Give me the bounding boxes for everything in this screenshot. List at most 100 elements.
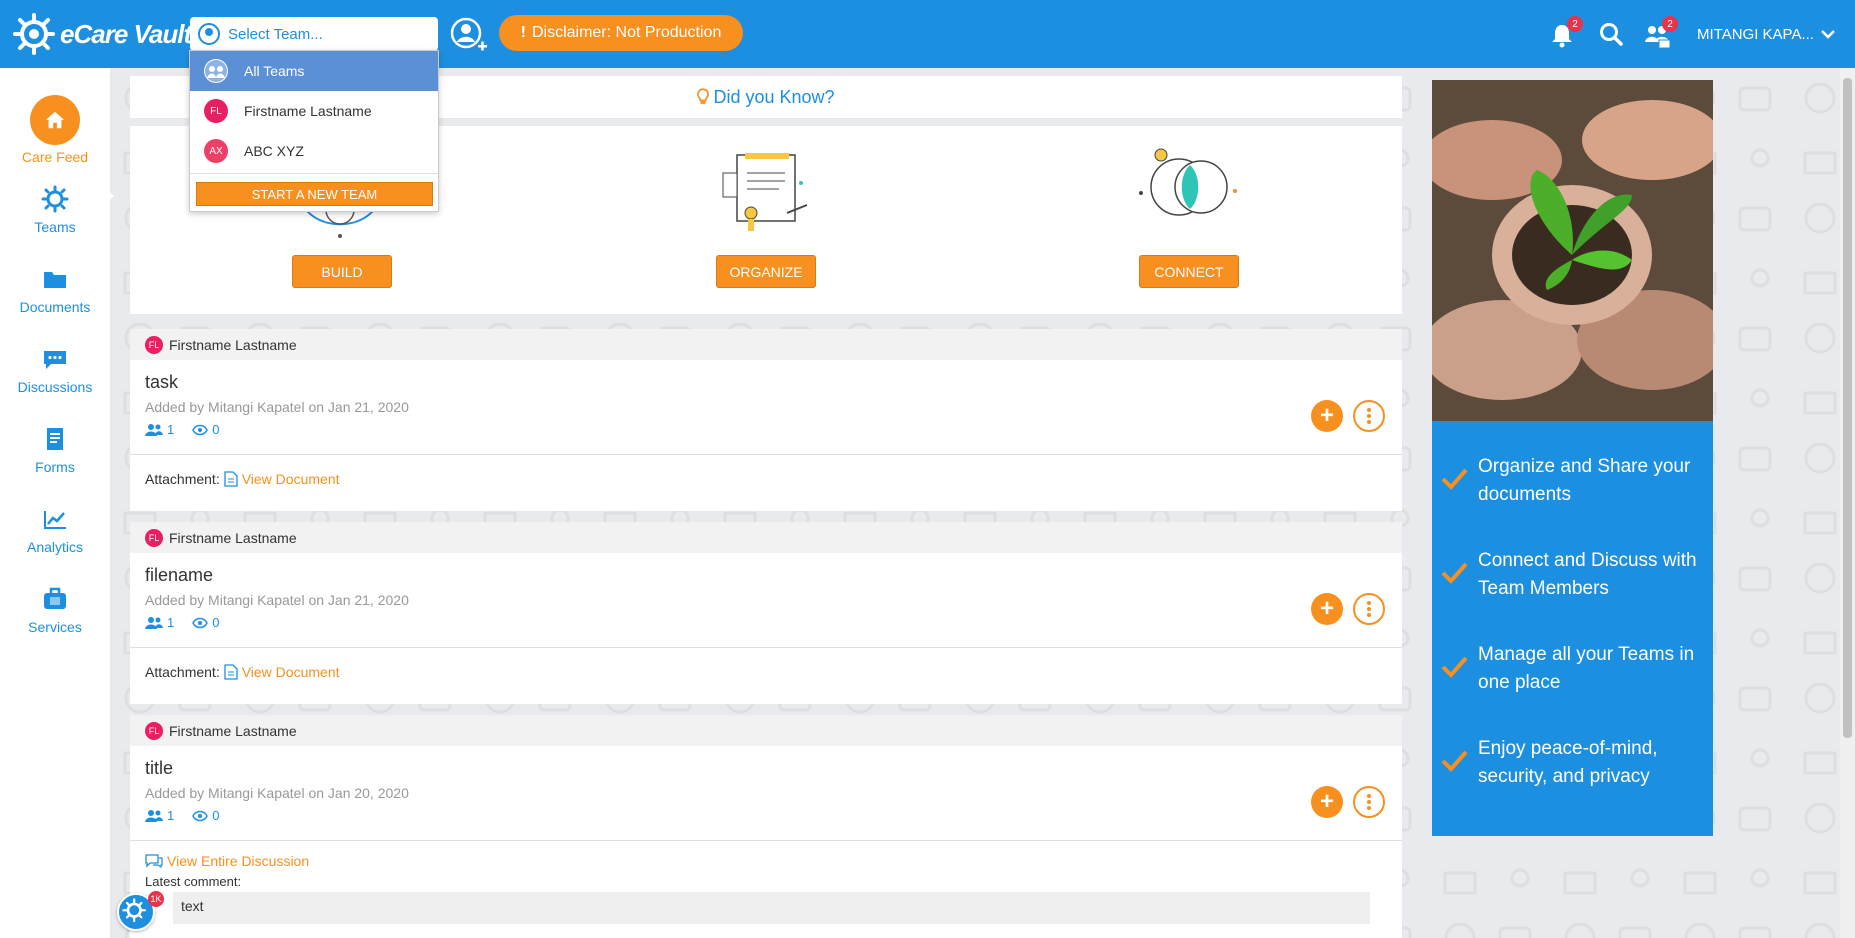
views-stat[interactable]: 0 <box>192 808 219 823</box>
post-meta: Added by Mitangi Kapatel on Jan 21, 2020 <box>145 592 409 608</box>
attachment-row: Attachment: View Document <box>145 664 340 680</box>
post-author[interactable]: Firstname Lastname <box>169 723 297 739</box>
author-avatar: FL <box>145 335 163 354</box>
add-button[interactable]: + <box>1311 593 1343 625</box>
more-vertical-icon <box>1367 794 1371 810</box>
did-you-know-text: Did you Know? <box>713 86 835 107</box>
organize-button[interactable]: ORGANIZE <box>716 255 816 288</box>
add-button[interactable]: + <box>1311 786 1343 818</box>
disclaimer-badge[interactable]: ! Disclaimer: Not Production <box>499 15 743 51</box>
sidebar-item-label: Care Feed <box>21 149 89 165</box>
team-select[interactable]: Select Team... <box>190 17 438 51</box>
latest-comment-text: text <box>181 898 204 914</box>
view-document-link[interactable]: View Document <box>242 471 340 487</box>
members-count: 1 <box>167 808 175 823</box>
dropdown-item-label: ABC XYZ <box>244 143 304 159</box>
sidebar-item-documents[interactable]: Documents <box>0 265 110 315</box>
notifications-button[interactable]: 2 <box>1547 16 1583 50</box>
team-select-placeholder: Select Team... <box>228 25 323 43</box>
hands-plant-photo <box>1432 80 1713 421</box>
post-title[interactable]: filename <box>145 565 213 586</box>
views-stat[interactable]: 0 <box>192 422 219 437</box>
search-button[interactable] <box>1597 20 1627 50</box>
sidebar-item-discussions[interactable]: Discussions <box>0 345 110 395</box>
team-requests-button[interactable]: 2 <box>1642 16 1678 50</box>
sidebar-item-care-feed[interactable]: Care Feed <box>0 95 110 165</box>
post-meta: Added by Mitangi Kapatel on Jan 20, 2020 <box>145 785 409 801</box>
eye-icon <box>192 424 209 435</box>
more-vertical-icon <box>1367 601 1371 617</box>
more-options-button[interactable] <box>1353 593 1385 625</box>
folder-icon <box>44 272 66 288</box>
chevron-down-icon[interactable] <box>1818 24 1838 44</box>
document-icon <box>224 664 238 680</box>
eye-icon <box>192 810 209 821</box>
team-requests-badge: 2 <box>1662 16 1678 32</box>
logo-gear-icon <box>13 13 55 55</box>
chart-icon <box>44 511 66 529</box>
promo-text: Connect and Discuss with Team Members <box>1478 550 1697 599</box>
sidebar-item-analytics[interactable]: Analytics <box>0 505 110 555</box>
all-teams-icon <box>204 59 228 83</box>
users-icon <box>145 809 163 822</box>
members-count: 1 <box>167 422 175 437</box>
latest-comment: text <box>173 892 1370 924</box>
feed-post: FL Firstname Lastname task Added by Mita… <box>130 329 1402 511</box>
post-title[interactable]: title <box>145 758 173 779</box>
attachment-label: Attachment: <box>145 471 220 487</box>
chat-badge: 1K <box>148 891 164 907</box>
members-stat[interactable]: 1 <box>145 615 174 630</box>
members-stat[interactable]: 1 <box>145 422 174 437</box>
dropdown-item-firstname-lastname[interactable]: FL Firstname Lastname <box>190 91 438 131</box>
sidebar-item-label: Analytics <box>26 539 84 555</box>
add-button[interactable]: + <box>1311 400 1343 432</box>
lightbulb-icon <box>697 88 710 104</box>
promo-text: Manage all your Teams in one place <box>1478 644 1695 693</box>
post-author[interactable]: Firstname Lastname <box>169 530 297 546</box>
sidebar-item-label: Teams <box>34 219 76 235</box>
view-document-link[interactable]: View Document <box>242 664 340 680</box>
post-header: FL Firstname Lastname <box>130 522 1402 553</box>
views-count: 0 <box>212 422 220 437</box>
user-name[interactable]: MITANGI KAPA... <box>1697 26 1814 43</box>
add-member-icon[interactable] <box>448 15 488 55</box>
sidebar: Care Feed Teams Documents Discussions Fo… <box>0 68 114 938</box>
sidebar-item-teams[interactable]: Teams <box>0 185 110 235</box>
plus-icon: + <box>1319 595 1334 622</box>
promo-item: Connect and Discuss with Team Members <box>1432 547 1713 603</box>
checkmark-icon <box>1441 468 1468 490</box>
divider <box>130 647 1402 648</box>
author-avatar: FL <box>145 721 163 740</box>
views-stat[interactable]: 0 <box>192 615 219 630</box>
connect-button[interactable]: CONNECT <box>1139 255 1239 288</box>
exclamation-icon: ! <box>520 24 526 41</box>
chat-icon <box>44 351 66 369</box>
post-title[interactable]: task <box>145 372 178 393</box>
more-options-button[interactable] <box>1353 786 1385 818</box>
view-discussion-link[interactable]: View Entire Discussion <box>167 853 309 869</box>
members-count: 1 <box>167 615 175 630</box>
divider <box>130 454 1402 455</box>
app-logo[interactable]: eCare Vault <box>12 12 192 56</box>
plus-icon: + <box>1319 788 1334 815</box>
scrollbar-thumb[interactable] <box>1843 78 1852 738</box>
checkmark-icon <box>1441 750 1468 772</box>
post-header: FL Firstname Lastname <box>130 715 1402 746</box>
app-name: eCare Vault <box>60 18 192 49</box>
more-options-button[interactable] <box>1353 400 1385 432</box>
promo-panel: Organize and Share your documents Connec… <box>1432 80 1713 836</box>
build-button[interactable]: BUILD <box>292 255 392 288</box>
team-user-icon <box>198 23 220 45</box>
eye-icon <box>192 617 209 628</box>
sidebar-item-services[interactable]: Services <box>0 585 110 635</box>
latest-comment-label: Latest comment: <box>145 874 242 889</box>
promo-text: Enjoy peace-of-mind, security, and priva… <box>1478 738 1658 787</box>
attachment-label: Attachment: <box>145 664 220 680</box>
dropdown-item-abc-xyz[interactable]: AX ABC XYZ <box>190 131 438 171</box>
start-new-team-button[interactable]: START A NEW TEAM <box>196 182 433 206</box>
dropdown-item-all-teams[interactable]: All Teams <box>190 51 438 91</box>
post-author[interactable]: Firstname Lastname <box>169 337 297 353</box>
views-count: 0 <box>212 615 220 630</box>
sidebar-item-forms[interactable]: Forms <box>0 425 110 475</box>
members-stat[interactable]: 1 <box>145 808 174 823</box>
